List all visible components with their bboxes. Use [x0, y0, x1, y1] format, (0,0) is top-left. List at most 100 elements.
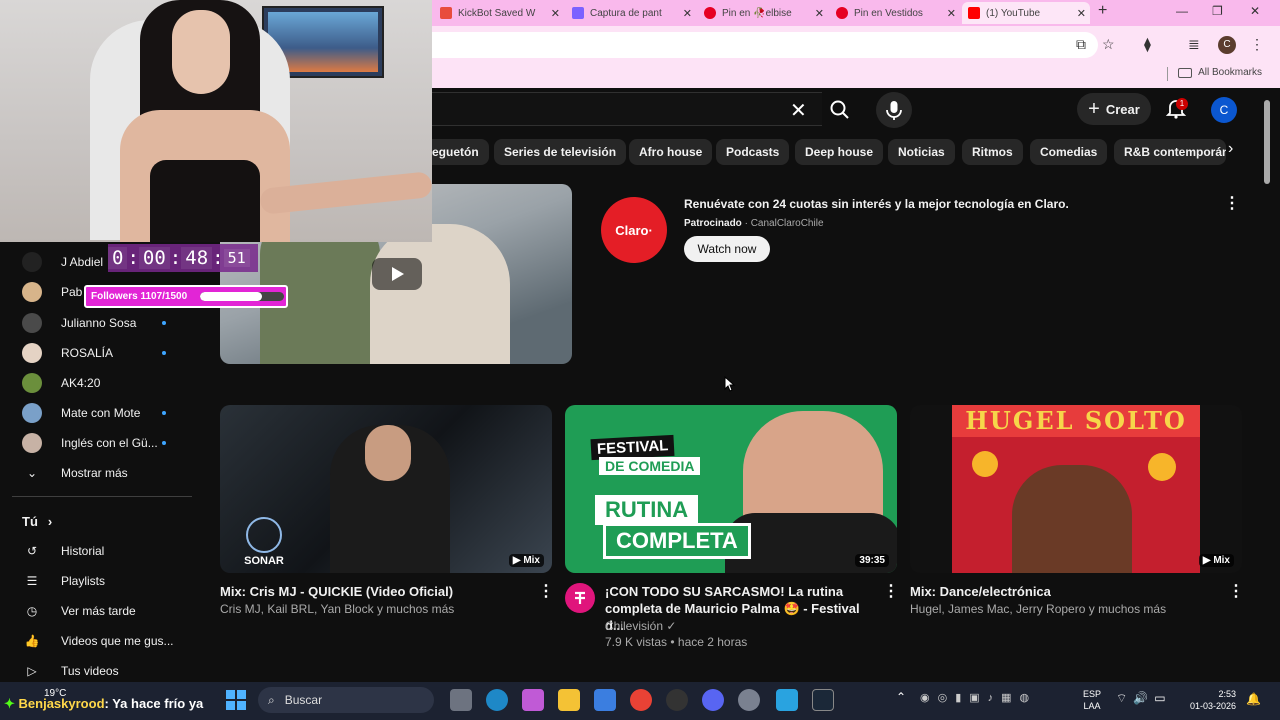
channel-avatar [22, 252, 42, 272]
settings-gear-icon[interactable] [738, 689, 760, 711]
voice-search-button[interactable] [876, 92, 912, 128]
close-tab-icon[interactable]: ✕ [551, 7, 560, 20]
obs-icon[interactable] [666, 689, 688, 711]
watch-now-button[interactable]: Watch now [684, 236, 770, 262]
sidebar-item-liked-videos[interactable]: 👍 Videos que me gus... [22, 629, 174, 653]
extensions-icon[interactable]: ⧫ [1144, 36, 1151, 53]
channel-avatar[interactable] [565, 583, 595, 613]
sidebar-subscription[interactable]: Pab [22, 280, 82, 304]
browser-tab[interactable]: KickBot Saved W ✕ [440, 2, 564, 24]
close-tab-icon[interactable]: ✕ [1077, 7, 1086, 20]
kickbot-favicon-icon [440, 7, 452, 19]
show-more-button[interactable]: ⌄ Mostrar más [22, 461, 128, 485]
bookmark-star-icon[interactable]: ☆ [1102, 36, 1115, 53]
video-more-icon[interactable]: ⋮ [883, 582, 899, 602]
taskbar-search-box[interactable]: ⌕ Buscar [258, 687, 434, 713]
windows-start-button[interactable] [226, 690, 246, 710]
thumb-rutina-text: RUTINA [595, 495, 699, 525]
close-tab-icon[interactable]: ✕ [815, 7, 824, 20]
video-thumbnail[interactable]: HUGEL SOLTO ▶ Mix [910, 405, 1242, 573]
chip-noticias[interactable]: Noticias [888, 139, 955, 165]
chevron-right-icon[interactable]: › [1228, 140, 1248, 164]
sidebar-item-watch-later[interactable]: ◷ Ver más tarde [22, 599, 136, 623]
sidebar-subscription[interactable]: Julianno Sosa [22, 311, 136, 335]
bookmarks-separator [1167, 67, 1168, 81]
media-control-icon[interactable]: ≣ [1188, 36, 1200, 53]
sidebar-subscription[interactable]: J Abdiel [22, 250, 103, 274]
close-tab-icon[interactable]: ✕ [683, 7, 692, 20]
edge-icon[interactable] [486, 689, 508, 711]
install-app-icon[interactable]: ⧉ [1076, 36, 1086, 53]
ms-store-icon[interactable] [594, 689, 616, 711]
video-title[interactable]: Mix: Dance/electrónica [910, 583, 1210, 600]
chip-reggaeton[interactable]: eguetón [422, 139, 489, 165]
sidebar-item-playlists[interactable]: ☰ Playlists [22, 569, 105, 593]
clear-search-icon[interactable]: ✕ [790, 98, 807, 123]
followers-progress-bar [200, 292, 284, 301]
video-more-icon[interactable]: ⋮ [1228, 582, 1244, 602]
steam-icon[interactable] [812, 689, 834, 711]
tray-chevron-icon[interactable]: ⌃ [896, 690, 906, 704]
browser-tab-active[interactable]: (1) YouTube ✕ [962, 2, 1090, 24]
notification-center-icon[interactable]: 🔔 [1246, 692, 1261, 706]
omnibox[interactable] [432, 32, 1098, 58]
browser-tab[interactable]: Pin en 🥀elbise ✕ [704, 2, 828, 24]
sidebar-subscription[interactable]: Inglés con el Gü... [22, 431, 158, 455]
language-indicator[interactable]: ESP LAA [1083, 688, 1101, 712]
task-view-icon[interactable] [450, 689, 472, 711]
ad-more-icon[interactable]: ⋮ [1224, 194, 1240, 214]
claro-logo[interactable]: Claro· [601, 197, 667, 263]
sidebar-item-your-videos[interactable]: ▷ Tus videos [22, 659, 118, 683]
ad-channel[interactable]: CanalClaroChile [751, 218, 824, 229]
discord-icon[interactable] [702, 689, 724, 711]
channel-name[interactable]: Chilevisión ✓ [605, 619, 676, 633]
chip-ritmos[interactable]: Ritmos [962, 139, 1023, 165]
tray-icons[interactable]: ◉◎▮▣♪▦◍ [920, 691, 1037, 704]
create-button[interactable]: + Crear [1077, 93, 1151, 125]
chip-deep-house[interactable]: Deep house [795, 139, 884, 165]
chip-rnb[interactable]: R&B contemporáne [1114, 139, 1226, 165]
search-input[interactable] [432, 92, 822, 126]
channel-avatar [22, 433, 42, 453]
video-thumbnail[interactable]: FESTIVAL DE COMEDIA RUTINA COMPLETA 39:3… [565, 405, 897, 573]
video-meta: Cris MJ, Kail BRL, Yan Block y muchos má… [220, 602, 455, 616]
close-tab-icon[interactable]: ✕ [947, 7, 956, 20]
thumbs-up-icon: 👍 [24, 634, 40, 648]
video-title[interactable]: Mix: Cris MJ - QUICKIE (Video Oficial) [220, 583, 520, 600]
close-window-icon[interactable]: ✕ [1250, 4, 1260, 18]
chevron-right-icon: › [47, 513, 53, 529]
chip-podcasts[interactable]: Podcasts [716, 139, 790, 165]
taskbar-clock[interactable]: 2:53 01-03-2026 [1186, 688, 1236, 712]
new-tab-button[interactable]: + [1098, 2, 1107, 20]
tab-label: (1) YouTube [986, 7, 1041, 19]
profile-avatar[interactable]: C [1218, 36, 1236, 54]
browser-tab[interactable]: Pin en Vestidos ✕ [836, 2, 960, 24]
chip-afro-house[interactable]: Afro house [629, 139, 713, 165]
sidebar-item-history[interactable]: ↺ Historial [22, 539, 104, 563]
chat-username: Benjaskyrood [18, 696, 105, 711]
chip-comedias[interactable]: Comedias [1030, 139, 1108, 165]
all-bookmarks-button[interactable]: All Bookmarks [1178, 67, 1262, 78]
sidebar-subscription[interactable]: AK4:20 [22, 371, 100, 395]
restore-icon[interactable]: ❐ [1212, 4, 1223, 18]
file-explorer-icon[interactable] [558, 689, 580, 711]
play-button[interactable] [372, 258, 422, 290]
minimize-icon[interactable]: — [1176, 4, 1188, 18]
copilot-icon[interactable] [522, 689, 544, 711]
search-button[interactable] [822, 92, 858, 126]
app-f-icon[interactable] [776, 689, 798, 711]
ad-title[interactable]: Renuévate con 24 cuotas sin interés y la… [684, 197, 1204, 211]
scrollbar-thumb[interactable] [1264, 100, 1270, 184]
wifi-sound-battery-icons[interactable]: ⌔🔊▭ [1116, 691, 1172, 706]
video-more-icon[interactable]: ⋮ [538, 582, 554, 602]
account-avatar[interactable]: C [1211, 97, 1237, 123]
menu-kebab-icon[interactable]: ⋮ [1250, 36, 1264, 53]
album-title: HUGEL SOLTO [952, 405, 1200, 437]
browser-tab[interactable]: Captura de pant ✕ [572, 2, 696, 24]
sidebar-subscription[interactable]: ROSALÍA [22, 341, 113, 365]
sidebar-subscription[interactable]: Mate con Mote [22, 401, 140, 425]
video-thumbnail[interactable]: SONAR ▶ Mix [220, 405, 552, 573]
chrome-icon[interactable] [630, 689, 652, 711]
chip-series-tv[interactable]: Series de televisión [494, 139, 627, 165]
you-section-header[interactable]: Tú › [22, 509, 52, 533]
